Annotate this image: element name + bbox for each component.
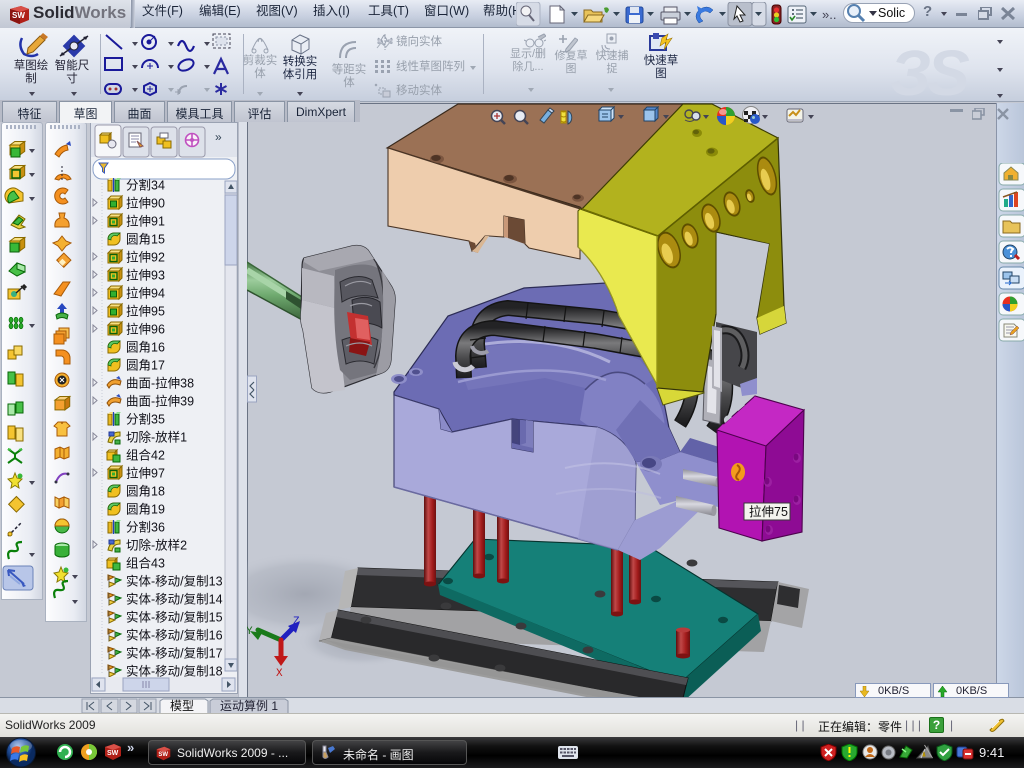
svg-text:X: X <box>276 668 283 680</box>
svg-text:SW: SW <box>12 11 25 20</box>
svg-text:圆角19: 圆角19 <box>126 503 165 517</box>
svg-text:Z: Z <box>293 616 300 628</box>
svg-text:组合42: 组合42 <box>126 448 165 463</box>
svg-text:拉伸75: 拉伸75 <box>749 504 788 519</box>
svg-text:圆角16: 圆角16 <box>126 341 165 355</box>
svg-text:»..: ».. <box>822 7 836 22</box>
svg-text:切除-放样2: 切除-放样2 <box>126 538 187 553</box>
svg-text:曲面-拉伸38: 曲面-拉伸38 <box>126 376 194 391</box>
svg-text:拉伸90: 拉伸90 <box>126 196 165 211</box>
svg-text:曲面-拉伸39: 曲面-拉伸39 <box>126 394 194 409</box>
svg-text:实体-移动/复制14: 实体-移动/复制14 <box>126 592 223 607</box>
svg-text:实体-移动/复制15: 实体-移动/复制15 <box>126 610 223 625</box>
svg-text:SW: SW <box>107 750 119 757</box>
svg-text:分割35: 分割35 <box>126 412 165 427</box>
svg-text:实体-移动/复制16: 实体-移动/复制16 <box>126 628 223 643</box>
svg-text:模型: 模型 <box>170 699 194 713</box>
svg-text:拉伸93: 拉伸93 <box>126 268 165 283</box>
svg-text:组合43: 组合43 <box>126 556 165 571</box>
svg-text:分割34: 分割34 <box>126 178 165 193</box>
svg-text:圆角17: 圆角17 <box>126 359 165 373</box>
svg-text:拉伸94: 拉伸94 <box>126 286 165 301</box>
svg-text:SW: SW <box>158 752 168 758</box>
svg-text:实体-移动/复制17: 实体-移动/复制17 <box>126 646 223 661</box>
svg-text:拉伸95: 拉伸95 <box>126 304 165 319</box>
svg-text:拉伸92: 拉伸92 <box>126 250 165 265</box>
svg-text:运动算例 1: 运动算例 1 <box>220 698 278 713</box>
svg-text:拉伸91: 拉伸91 <box>126 214 165 229</box>
svg-text:拉伸96: 拉伸96 <box>126 322 165 337</box>
svg-text:拉伸97: 拉伸97 <box>126 466 165 481</box>
svg-text:切除-放样1: 切除-放样1 <box>126 430 187 445</box>
svg-text:圆角18: 圆角18 <box>126 485 165 499</box>
svg-text:Y: Y <box>247 626 253 638</box>
svg-text:圆角15: 圆角15 <box>126 233 165 247</box>
svg-text:实体-移动/复制13: 实体-移动/复制13 <box>126 574 223 589</box>
svg-text:分割36: 分割36 <box>126 520 165 535</box>
